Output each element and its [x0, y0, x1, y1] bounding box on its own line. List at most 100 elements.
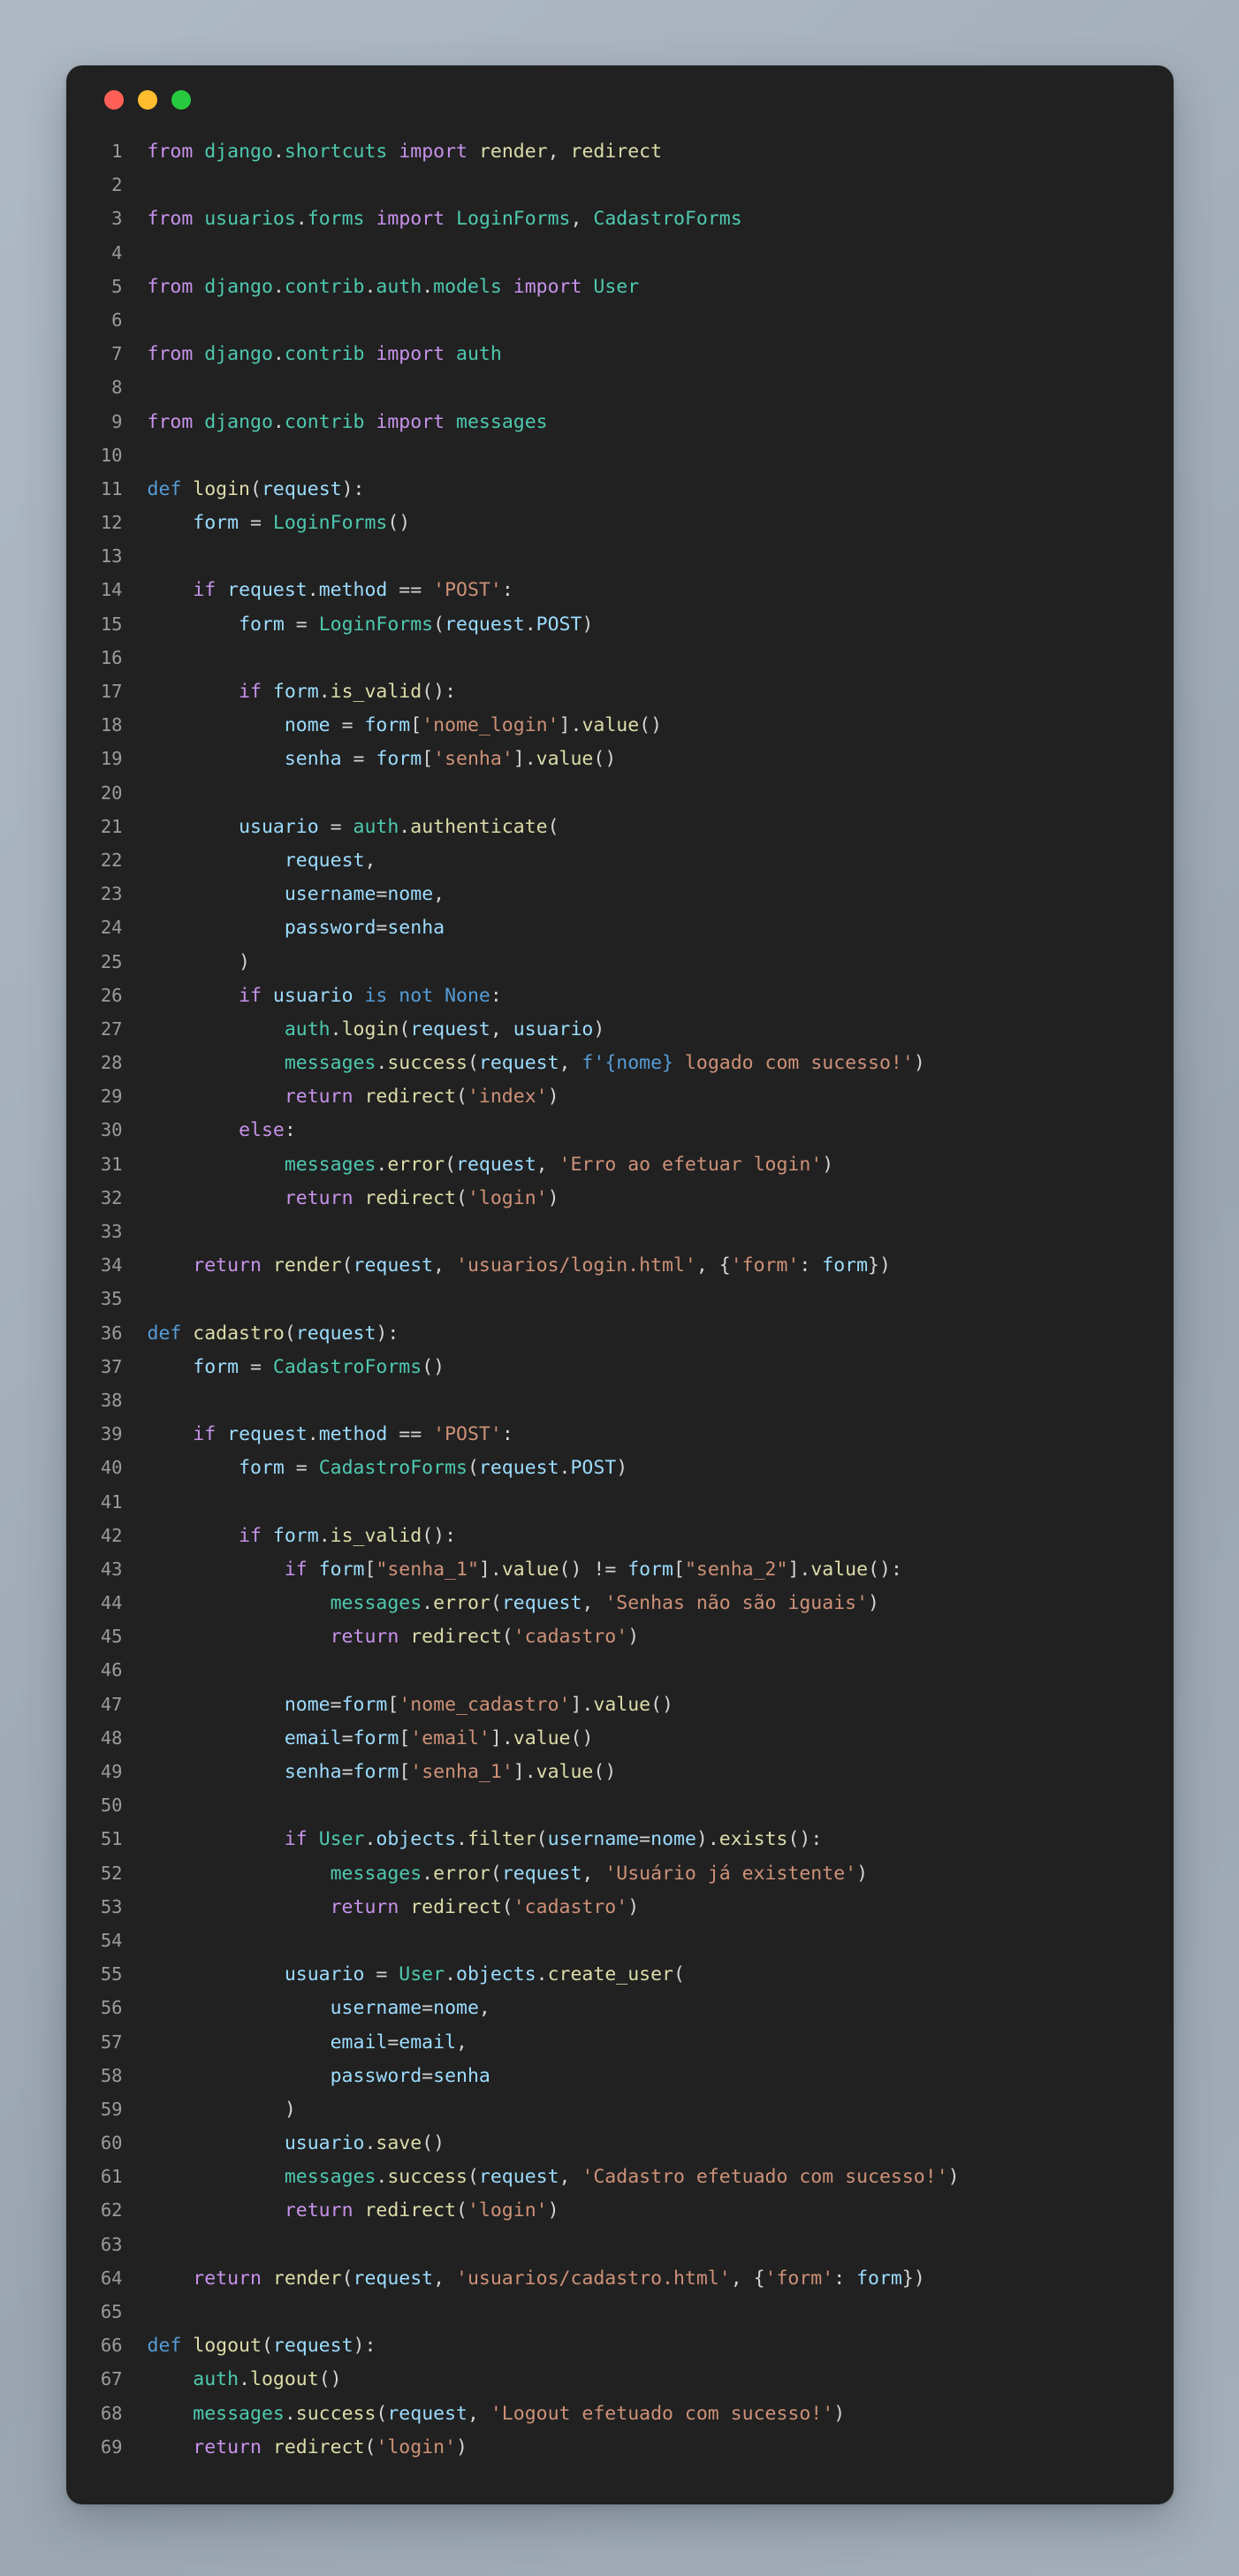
code-token: form	[376, 748, 422, 771]
code-line[interactable]: 69 return redirect('login')	[66, 2430, 1142, 2464]
code-line[interactable]: 13	[66, 539, 1142, 573]
line-code: if User.objects.filter(username=nome).ex…	[148, 1823, 822, 1856]
code-token: ()	[593, 748, 617, 771]
code-editor-content[interactable]: 1 from django.shortcuts import render, re…	[66, 134, 1174, 2464]
line-code: return redirect('login')	[148, 2431, 467, 2465]
code-line[interactable]: 9 from django.contrib import messages	[66, 405, 1142, 438]
code-line[interactable]: 60 usuario.save()	[66, 2126, 1142, 2160]
code-line[interactable]: 56 username=nome,	[66, 1991, 1142, 2024]
code-line[interactable]: 43 if form["senha_1"].value() != form["s…	[66, 1552, 1142, 1586]
code-line[interactable]: 51 if User.objects.filter(username=nome)…	[66, 1822, 1142, 1856]
code-line[interactable]: 49 senha=form['senha_1'].value()	[66, 1755, 1142, 1788]
code-line[interactable]: 42 if form.is_valid():	[66, 1519, 1142, 1552]
code-line[interactable]: 41	[66, 1485, 1142, 1519]
maximize-window-button[interactable]	[171, 90, 191, 110]
code-line[interactable]: 45 return redirect('cadastro')	[66, 1620, 1142, 1653]
code-token: username	[284, 883, 376, 906]
code-line[interactable]: 25 )	[66, 945, 1142, 979]
code-line[interactable]: 5 from django.contrib.auth.models import …	[66, 270, 1142, 303]
code-line[interactable]: 7 from django.contrib import auth	[66, 337, 1142, 370]
code-line[interactable]: 54	[66, 1924, 1142, 1957]
code-token: [	[399, 1726, 411, 1749]
code-line[interactable]: 38	[66, 1383, 1142, 1417]
code-token: (	[456, 1186, 467, 1209]
code-line[interactable]: 6	[66, 303, 1142, 337]
code-token: return	[330, 1895, 411, 1918]
code-line[interactable]: 59 )	[66, 2092, 1142, 2126]
code-token: usuario	[272, 984, 353, 1007]
line-number: 19	[100, 748, 123, 770]
code-line[interactable]: 47 nome=form['nome_cadastro'].value()	[66, 1688, 1142, 1721]
code-line[interactable]: 30 else:	[66, 1113, 1142, 1147]
code-line[interactable]: 48 email=form['email'].value()	[66, 1721, 1142, 1755]
line-number: 6	[111, 309, 123, 331]
code-line[interactable]: 15 form = LoginForms(request.POST)	[66, 607, 1142, 641]
code-line[interactable]: 66 def logout(request):	[66, 2328, 1142, 2362]
code-line[interactable]: 29 return redirect('index')	[66, 1079, 1142, 1113]
line-number: 17	[100, 681, 123, 702]
code-line[interactable]: 24 password=senha	[66, 911, 1142, 944]
code-line[interactable]: 26 if usuario is not None:	[66, 979, 1142, 1012]
line-code: from django.contrib.auth.models import U…	[148, 271, 640, 304]
code-line[interactable]: 16	[66, 641, 1142, 674]
code-line[interactable]: 61 messages.success(request, 'Cadastro e…	[66, 2160, 1142, 2193]
code-token: None	[445, 984, 490, 1007]
code-line[interactable]: 10	[66, 438, 1142, 472]
code-token: )	[868, 1592, 879, 1615]
code-line[interactable]: 22 request,	[66, 843, 1142, 877]
code-line[interactable]: 67 auth.logout()	[66, 2362, 1142, 2396]
code-line[interactable]: 19 senha = form['senha'].value()	[66, 742, 1142, 775]
code-line[interactable]: 4	[66, 236, 1142, 270]
code-line[interactable]: 57 email=email,	[66, 2025, 1142, 2059]
code-line[interactable]: 32 return redirect('login')	[66, 1181, 1142, 1215]
line-number: 31	[100, 1153, 123, 1175]
code-line[interactable]: 40 form = CadastroForms(request.POST)	[66, 1451, 1142, 1484]
code-line[interactable]: 52 messages.error(request, 'Usuário já e…	[66, 1856, 1142, 1890]
code-line[interactable]: 33	[66, 1215, 1142, 1248]
code-line[interactable]: 17 if form.is_valid():	[66, 674, 1142, 708]
close-window-button[interactable]	[103, 90, 124, 110]
code-line[interactable]: 68 messages.success(request, 'Logout efe…	[66, 2397, 1142, 2430]
code-line[interactable]: 39 if request.method == 'POST':	[66, 1417, 1142, 1451]
code-line[interactable]: 21 usuario = auth.authenticate(	[66, 810, 1142, 843]
code-line[interactable]: 55 usuario = User.objects.create_user(	[66, 1957, 1142, 1991]
code-line[interactable]: 58 password=senha	[66, 2059, 1142, 2092]
code-line[interactable]: 11 def login(request):	[66, 472, 1142, 506]
code-line[interactable]: 34 return render(request, 'usuarios/logi…	[66, 1248, 1142, 1282]
code-token: ()	[387, 512, 411, 535]
line-number: 26	[100, 984, 123, 1006]
code-line[interactable]: 2	[66, 168, 1142, 202]
code-line[interactable]: 63	[66, 2228, 1142, 2261]
line-number: 39	[100, 1423, 123, 1445]
code-line[interactable]: 44 messages.error(request, 'Senhas não s…	[66, 1586, 1142, 1620]
code-line[interactable]: 64 return render(request, 'usuarios/cada…	[66, 2261, 1142, 2295]
code-line[interactable]: 31 messages.error(request, 'Erro ao efet…	[66, 1147, 1142, 1181]
code-token: request	[501, 1862, 582, 1885]
code-line[interactable]: 50	[66, 1788, 1142, 1822]
code-line[interactable]: 28 messages.success(request, f'{nome} lo…	[66, 1046, 1142, 1079]
code-line[interactable]: 14 if request.method == 'POST':	[66, 573, 1142, 606]
code-line[interactable]: 12 form = LoginForms()	[66, 506, 1142, 539]
code-line[interactable]: 27 auth.login(request, usuario)	[66, 1012, 1142, 1046]
code-token: auth	[456, 343, 502, 366]
code-line[interactable]: 37 form = CadastroForms()	[66, 1350, 1142, 1383]
code-line[interactable]: 8	[66, 370, 1142, 404]
code-line[interactable]: 62 return redirect('login')	[66, 2193, 1142, 2227]
code-line[interactable]: 3 from usuarios.forms import LoginForms, …	[66, 202, 1142, 235]
code-line[interactable]: 23 username=nome,	[66, 877, 1142, 911]
code-token: 'POST'	[433, 1423, 502, 1446]
code-line[interactable]: 53 return redirect('cadastro')	[66, 1890, 1142, 1924]
minimize-window-button[interactable]	[137, 90, 157, 110]
code-line[interactable]: 36 def cadastro(request):	[66, 1316, 1142, 1350]
code-line[interactable]: 35	[66, 1282, 1142, 1315]
code-token: logout	[193, 2335, 262, 2358]
code-line[interactable]: 46	[66, 1653, 1142, 1687]
code-token: return	[284, 1086, 365, 1109]
code-line[interactable]: 65	[66, 2295, 1142, 2328]
code-token: .	[364, 1828, 376, 1851]
code-line[interactable]: 18 nome = form['nome_login'].value()	[66, 708, 1142, 742]
code-line[interactable]: 20	[66, 776, 1142, 810]
code-line[interactable]: 1 from django.shortcuts import render, re…	[66, 134, 1142, 168]
code-token: request	[353, 1254, 434, 1277]
